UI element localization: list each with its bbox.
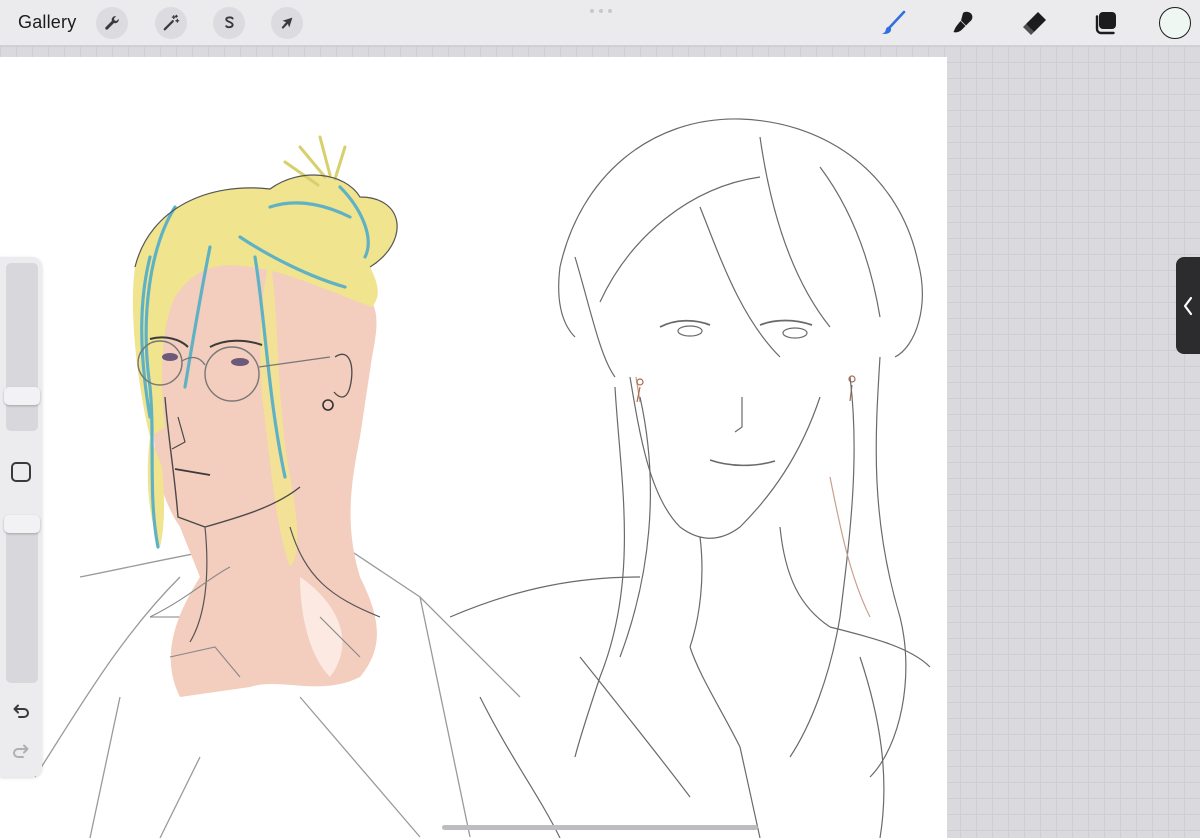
home-indicator[interactable] xyxy=(442,825,758,830)
layers-button[interactable] xyxy=(1088,6,1122,40)
opacity-slider[interactable] xyxy=(6,515,38,683)
smudge-icon xyxy=(953,11,973,33)
top-toolbar: Gallery xyxy=(0,0,1200,46)
arrow-cursor-icon xyxy=(281,17,293,29)
drag-handle[interactable] xyxy=(590,9,612,15)
left-sidebar xyxy=(0,257,42,777)
eraser-tool-button[interactable] xyxy=(1018,6,1052,40)
actions-button[interactable] xyxy=(96,7,128,39)
chevron-left-icon xyxy=(1183,296,1193,315)
undo-button[interactable] xyxy=(9,699,33,723)
color-picker-button[interactable] xyxy=(1159,7,1191,39)
brush-size-slider[interactable] xyxy=(6,263,38,431)
magic-wand-icon xyxy=(163,14,180,31)
brush-icon xyxy=(882,10,906,34)
reference-panel-tab[interactable] xyxy=(1176,257,1200,354)
layers-icon xyxy=(1095,12,1116,35)
redo-button[interactable] xyxy=(9,739,33,763)
modify-button[interactable] xyxy=(11,462,31,482)
adjustments-button[interactable] xyxy=(155,7,187,39)
selection-button[interactable] xyxy=(213,7,245,39)
brush-size-thumb[interactable] xyxy=(4,387,40,405)
undo-icon xyxy=(13,704,29,718)
wrench-icon xyxy=(105,16,119,30)
eraser-icon xyxy=(1023,12,1046,35)
selection-s-icon xyxy=(225,16,234,29)
drawing-canvas[interactable] xyxy=(0,57,947,838)
brush-tool-button[interactable] xyxy=(876,6,910,40)
transform-button[interactable] xyxy=(271,7,303,39)
smudge-tool-button[interactable] xyxy=(946,6,980,40)
right-figure xyxy=(449,118,931,838)
redo-icon xyxy=(13,744,29,758)
opacity-thumb[interactable] xyxy=(4,515,40,533)
gallery-button[interactable]: Gallery xyxy=(18,12,76,33)
artwork-sketch xyxy=(34,118,931,838)
left-figure xyxy=(34,135,521,838)
